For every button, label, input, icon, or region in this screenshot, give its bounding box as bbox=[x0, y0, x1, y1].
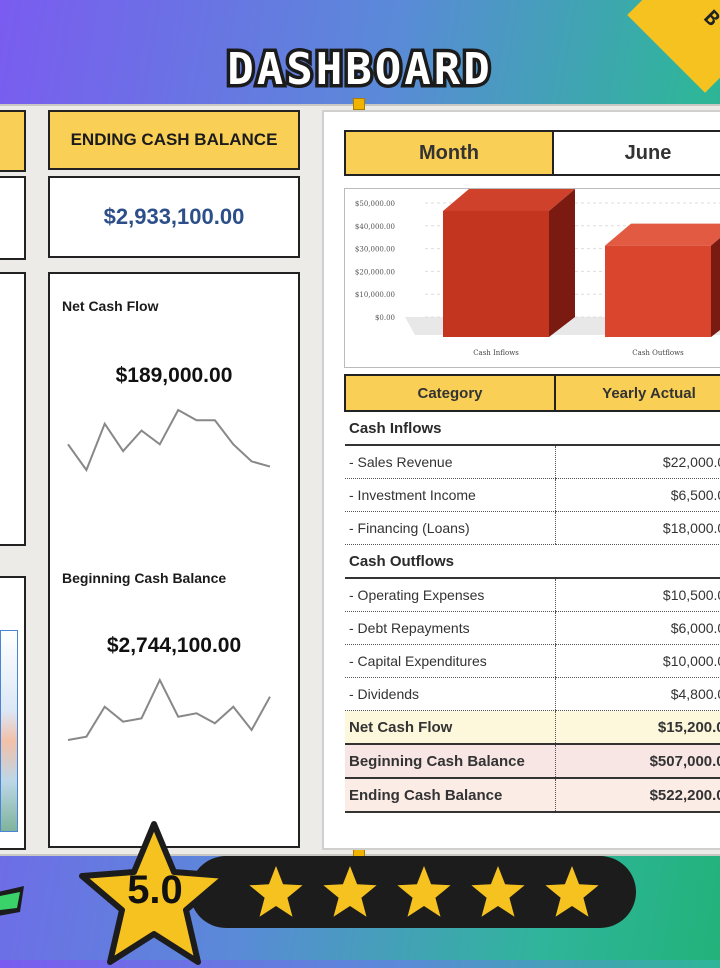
rating-stars bbox=[249, 866, 599, 917]
sparkline-path bbox=[67, 677, 271, 741]
table-row: - Operating Expenses$10,500.00 bbox=[345, 578, 720, 612]
table-row: Ending Cash Balance$522,200.00 bbox=[345, 778, 720, 813]
side-brand-icon bbox=[0, 886, 24, 916]
y-tick-label: $50,000.00 bbox=[355, 200, 395, 208]
cash-flow-panel: Month June $50,000.00 $40,000.00 $30,000.0… bbox=[322, 110, 720, 850]
row-amount: $4,800.00 bbox=[554, 677, 720, 711]
row-label: - Capital Expenditures bbox=[345, 644, 555, 678]
y-tick-label: $40,000.00 bbox=[355, 223, 395, 231]
metrics-card: Net Cash Flow $189,000.00 Beginning Cash… bbox=[48, 272, 300, 848]
star-icon bbox=[545, 866, 599, 917]
rating-score: 5.0 bbox=[127, 868, 183, 912]
row-amount: $18,000.00 bbox=[554, 511, 720, 545]
bar-top-face bbox=[605, 223, 720, 246]
beginning-balance-title: Beginning Cash Balance bbox=[62, 570, 227, 586]
table-row: Net Cash Flow$15,200.00 bbox=[345, 710, 720, 745]
x-category-label: Cash Inflows bbox=[473, 349, 519, 357]
row-amount bbox=[555, 544, 720, 579]
star-icon bbox=[323, 866, 377, 917]
cash-flow-table: Category Yearly Actual Cash Inflows - Sal… bbox=[344, 374, 720, 813]
row-amount: $15,200.00 bbox=[554, 710, 720, 745]
y-tick-label: $20,000.00 bbox=[355, 268, 395, 276]
x-category-label: Cash Outflows bbox=[632, 349, 684, 357]
left-column-card bbox=[0, 272, 26, 546]
left-thumbnail bbox=[0, 630, 18, 832]
row-amount: $10,000.00 bbox=[554, 644, 720, 678]
beginning-balance-sparkline bbox=[67, 677, 271, 741]
row-label: - Dividends bbox=[345, 677, 555, 711]
cash-chart-svg: $50,000.00 $40,000.00 $30,000.00 $20,000.00… bbox=[355, 188, 720, 357]
row-label: - Financing (Loans) bbox=[345, 511, 555, 545]
row-amount: $10,500.00 bbox=[554, 578, 720, 612]
ending-balance-value-tile: $2,933,100.00 bbox=[48, 176, 300, 258]
row-amount: $507,000.00 bbox=[554, 744, 720, 779]
net-cash-flow-value: $189,000.00 bbox=[115, 364, 233, 387]
cash-chart: $50,000.00 $40,000.00 $30,000.00 $20,000.00… bbox=[344, 188, 720, 368]
row-amount: $6,000.00 bbox=[554, 611, 720, 645]
star-icon bbox=[397, 866, 451, 917]
row-label: - Operating Expenses bbox=[345, 578, 555, 612]
row-amount bbox=[555, 411, 720, 446]
month-value[interactable]: June bbox=[554, 132, 720, 174]
star-icon bbox=[471, 866, 525, 917]
table-row: - Sales Revenue$22,000.00 bbox=[345, 445, 720, 479]
star-icon bbox=[249, 866, 303, 917]
bar-side-face bbox=[549, 188, 575, 337]
left-column-value bbox=[0, 176, 26, 260]
table-row: Cash Outflows bbox=[345, 544, 720, 579]
row-label: Net Cash Flow bbox=[345, 710, 555, 745]
row-label: Ending Cash Balance bbox=[345, 778, 555, 813]
column-header-yearly-actual: Yearly Actual bbox=[554, 374, 720, 412]
row-amount: $22,000.00 bbox=[554, 445, 720, 479]
y-tick-label: $0.00 bbox=[375, 314, 395, 322]
page-title: DASHBOARD bbox=[224, 41, 493, 99]
table-row: - Capital Expenditures$10,000.00 bbox=[345, 644, 720, 678]
ending-balance-label: ENDING CASH BALANCE bbox=[70, 130, 278, 149]
table-row: - Dividends$4,800.00 bbox=[345, 677, 720, 711]
net-cash-flow-title: Net Cash Flow bbox=[62, 298, 159, 314]
y-tick-label: $10,000.00 bbox=[355, 291, 395, 299]
table-row: - Investment Income$6,500.00 bbox=[345, 478, 720, 512]
table-row: - Debt Repayments$6,000.00 bbox=[345, 611, 720, 645]
bar-cash-outflows bbox=[605, 245, 711, 337]
column-header-category: Category bbox=[344, 374, 556, 412]
month-label: Month bbox=[346, 132, 554, 174]
resize-handle[interactable] bbox=[353, 98, 365, 110]
bar-cash-inflows bbox=[443, 210, 549, 337]
row-label: - Investment Income bbox=[345, 478, 555, 512]
sparkline-path bbox=[67, 408, 271, 473]
row-label: Beginning Cash Balance bbox=[345, 744, 555, 779]
row-amount: $522,200.00 bbox=[554, 778, 720, 813]
ending-balance-label-tile: ENDING CASH BALANCE bbox=[48, 110, 300, 170]
table-row: Cash Inflows bbox=[345, 411, 720, 446]
y-tick-label: $30,000.00 bbox=[355, 246, 395, 254]
net-cash-flow-sparkline bbox=[67, 408, 271, 473]
table-row: Beginning Cash Balance$507,000.00 bbox=[345, 744, 720, 779]
beginning-balance-value: $2,744,100.00 bbox=[106, 634, 242, 657]
table-header-row: Category Yearly Actual bbox=[344, 374, 720, 412]
row-label: - Sales Revenue bbox=[345, 445, 555, 479]
table-row: - Financing (Loans)$18,000.00 bbox=[345, 511, 720, 545]
row-label: Cash Outflows bbox=[345, 544, 555, 579]
row-label: - Debt Repayments bbox=[345, 611, 555, 645]
row-amount: $6,500.00 bbox=[554, 478, 720, 512]
left-column-card bbox=[0, 576, 26, 850]
row-label: Cash Inflows bbox=[345, 411, 555, 446]
month-selector[interactable]: Month June bbox=[344, 130, 720, 176]
ending-balance-value: $2,933,100.00 bbox=[103, 204, 245, 229]
left-column-header bbox=[0, 110, 26, 172]
